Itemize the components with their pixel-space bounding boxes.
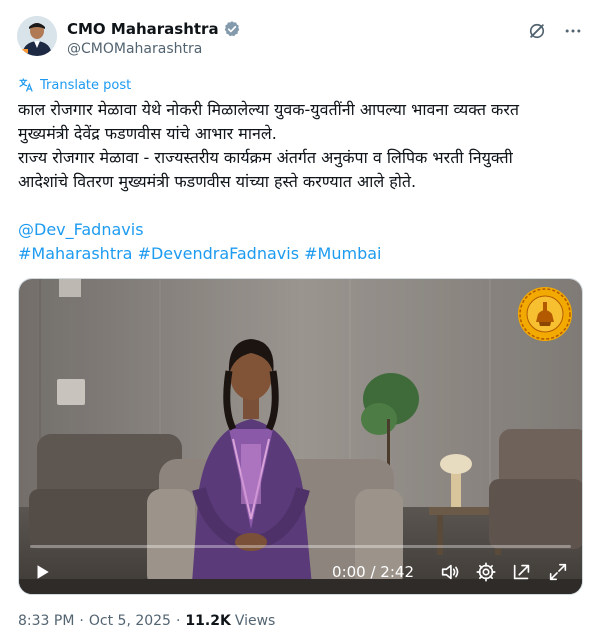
- video-controls: 0:00 / 2:42: [19, 550, 582, 594]
- maharashtra-emblem-icon: [517, 286, 573, 342]
- video-player[interactable]: 0:00 / 2:42: [18, 278, 583, 595]
- avatar[interactable]: [17, 16, 57, 56]
- volume-icon[interactable]: [438, 560, 462, 584]
- post: CMO Maharashtra @CMOMaharashtra Translat…: [0, 0, 598, 642]
- hashtag-link[interactable]: #Mumbai: [304, 244, 381, 263]
- mention-link[interactable]: @Dev_Fadnavis: [18, 220, 144, 239]
- meta-separator: ·: [79, 613, 84, 629]
- video-time: 0:00 / 2:42: [332, 563, 414, 581]
- play-icon: [37, 565, 49, 579]
- translate-icon: [19, 78, 33, 92]
- post-time[interactable]: 8:33 PM: [18, 613, 74, 629]
- settings-gear-icon[interactable]: [474, 560, 498, 584]
- author-display-name[interactable]: CMO Maharashtra: [67, 20, 219, 38]
- translate-post-label: Translate post: [40, 77, 132, 93]
- post-text-line: आदेशांचे वितरण मुख्यमंत्री फडणवीस यांच्य…: [18, 172, 417, 191]
- verified-badge-icon: [223, 20, 241, 38]
- meta-separator: ·: [175, 613, 181, 629]
- translate-post-button[interactable]: Translate post: [18, 77, 131, 93]
- views-label: Views: [234, 613, 276, 629]
- views-count: 11.2K: [185, 613, 231, 629]
- post-text: काल रोजगार मेळावा येथे नोकरी मिळालेल्या …: [18, 98, 583, 266]
- post-text-line: मुख्यमंत्री देवेंद्र फडणवीस यांचे आभार म…: [18, 124, 277, 143]
- play-button[interactable]: [31, 561, 53, 583]
- post-text-line: काल रोजगार मेळावा येथे नोकरी मिळालेल्या …: [18, 100, 520, 119]
- author-block: CMO Maharashtra @CMOMaharashtra: [67, 18, 241, 57]
- more-icon[interactable]: [562, 20, 584, 42]
- author-handle[interactable]: @CMOMaharashtra: [67, 41, 241, 57]
- hashtag-link[interactable]: #Maharashtra: [18, 244, 132, 263]
- video-progress-bar[interactable]: [30, 545, 571, 548]
- post-meta: 8:33 PM · Oct 5, 2025 · 11.2K Views: [18, 613, 275, 629]
- hashtag-link[interactable]: #DevendraFadnavis: [138, 244, 299, 263]
- post-text-line: राज्य रोजगार मेळावा - राज्यस्तरीय कार्यक…: [18, 148, 513, 167]
- post-actions: [526, 20, 584, 42]
- post-date[interactable]: Oct 5, 2025: [89, 613, 171, 629]
- pop-out-icon[interactable]: [510, 560, 534, 584]
- fullscreen-icon[interactable]: [546, 560, 570, 584]
- grok-icon[interactable]: [526, 20, 548, 42]
